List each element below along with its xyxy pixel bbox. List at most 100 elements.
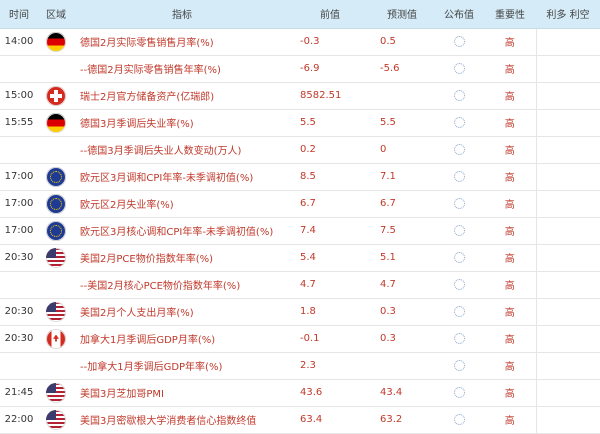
event-previous: 8.5 [290,163,370,191]
event-impact [535,271,600,299]
event-impact [535,136,600,164]
event-area [38,379,74,407]
event-forecast: 7.1 [370,163,434,191]
event-previous: -0.3 [290,28,370,56]
table-row[interactable]: 17:00 欧元区3月调和CPI年率-未季调初值(%) 8.5 7.1 高 [0,163,600,191]
loading-spinner-icon [453,359,465,371]
event-previous: 8582.51 [290,82,370,110]
event-indicator[interactable]: --加拿大1月季调后GDP年率(%) [74,352,290,380]
economic-calendar-table: 时间 区域 指标 前值 预测值 公布值 重要性 利多 利空 14:00 德国2月实… [0,0,600,434]
event-forecast [370,82,434,110]
event-published [434,190,484,218]
event-indicator[interactable]: 德国3月季调后失业率(%) [74,109,290,137]
table-row[interactable]: --加拿大1月季调后GDP年率(%) 2.3 高 [0,352,600,380]
event-importance: 高 [484,109,536,137]
event-impact [535,406,600,434]
event-indicator[interactable]: --德国2月实际零售销售年率(%) [74,55,290,83]
event-area [38,406,74,434]
table-row[interactable]: --德国3月季调后失业人数变动(万人) 0.2 0 高 [0,136,600,164]
event-indicator[interactable]: 美国3月密歇根大学消费者信心指数终值 [74,406,290,434]
event-time [0,136,38,164]
event-importance: 高 [484,82,536,110]
event-importance: 高 [484,325,536,353]
event-time: 15:00 [0,82,38,110]
event-forecast: 63.2 [370,406,434,434]
event-indicator[interactable]: 瑞士2月官方储备资产(亿瑞郎) [74,82,290,110]
event-time: 17:00 [0,217,38,245]
event-area [38,325,74,353]
table-row[interactable]: 22:00 美国3月密歇根大学消费者信心指数终值 63.4 63.2 高 [0,406,600,434]
event-time: 20:30 [0,325,38,353]
event-area [38,163,74,191]
event-forecast: 0.3 [370,325,434,353]
event-importance: 高 [484,271,536,299]
event-importance: 高 [484,244,536,272]
event-previous: -0.1 [290,325,370,353]
table-row[interactable]: 20:30 美国2月个人支出月率(%) 1.8 0.3 高 [0,298,600,326]
table-row[interactable]: 17:00 欧元区3月核心调和CPI年率-未季调初值(%) 7.4 7.5 高 [0,217,600,245]
table-row[interactable]: 20:30 美国2月PCE物价指数年率(%) 5.4 5.1 高 [0,244,600,272]
event-forecast: 5.5 [370,109,434,137]
event-impact [535,163,600,191]
event-forecast: 6.7 [370,190,434,218]
event-time: 14:00 [0,28,38,56]
event-indicator[interactable]: 欧元区3月调和CPI年率-未季调初值(%) [74,163,290,191]
table-row[interactable]: 17:00 欧元区2月失业率(%) 6.7 6.7 高 [0,190,600,218]
header-area: 区域 [38,0,74,29]
event-indicator[interactable]: 欧元区3月核心调和CPI年率-未季调初值(%) [74,217,290,245]
event-indicator[interactable]: 加拿大1月季调后GDP月率(%) [74,325,290,353]
event-importance: 高 [484,217,536,245]
event-published [434,406,484,434]
event-previous: 5.5 [290,109,370,137]
event-time [0,55,38,83]
eurozone-flag-icon [46,166,66,187]
table-row[interactable]: --美国2月核心PCE物价指数年率(%) 4.7 4.7 高 [0,271,600,299]
event-indicator[interactable]: 美国3月芝加哥PMI [74,379,290,407]
event-previous: 0.2 [290,136,370,164]
usa-flag-icon [46,409,66,430]
loading-spinner-icon [453,413,465,425]
header-impact: 利多 利空 [536,0,600,29]
table-row[interactable]: 15:00 瑞士2月官方储备资产(亿瑞郎) 8582.51 高 [0,82,600,110]
event-published [434,244,484,272]
event-published [434,379,484,407]
event-time: 17:00 [0,163,38,191]
event-area [38,55,74,83]
event-published [434,28,484,56]
event-impact [535,379,600,407]
event-indicator[interactable]: 美国2月PCE物价指数年率(%) [74,244,290,272]
table-row[interactable]: 15:55 德国3月季调后失业率(%) 5.5 5.5 高 [0,109,600,137]
event-indicator[interactable]: 德国2月实际零售销售月率(%) [74,28,290,56]
event-previous: 4.7 [290,271,370,299]
event-indicator[interactable]: 美国2月个人支出月率(%) [74,298,290,326]
event-published [434,109,484,137]
table-row[interactable]: 20:30 加拿大1月季调后GDP月率(%) -0.1 0.3 高 [0,325,600,353]
usa-flag-icon [46,247,66,268]
header-indicator: 指标 [74,0,290,29]
event-importance: 高 [484,136,536,164]
event-forecast [370,352,434,380]
event-forecast: 0 [370,136,434,164]
germany-flag-icon [46,31,66,52]
event-area [38,136,74,164]
event-previous: -6.9 [290,55,370,83]
event-published [434,217,484,245]
event-impact [535,217,600,245]
event-previous: 5.4 [290,244,370,272]
loading-spinner-icon [453,62,465,74]
usa-flag-icon [46,301,66,322]
event-indicator[interactable]: --美国2月核心PCE物价指数年率(%) [74,271,290,299]
table-row[interactable]: 14:00 德国2月实际零售销售月率(%) -0.3 0.5 高 [0,28,600,56]
loading-spinner-icon [453,197,465,209]
event-impact [535,298,600,326]
table-row[interactable]: 21:45 美国3月芝加哥PMI 43.6 43.4 高 [0,379,600,407]
event-indicator[interactable]: 欧元区2月失业率(%) [74,190,290,218]
event-published [434,325,484,353]
event-area [38,271,74,299]
event-indicator[interactable]: --德国3月季调后失业人数变动(万人) [74,136,290,164]
event-forecast: -5.6 [370,55,434,83]
table-row[interactable]: --德国2月实际零售销售年率(%) -6.9 -5.6 高 [0,55,600,83]
header-previous: 前值 [290,0,370,29]
event-published [434,136,484,164]
event-forecast: 43.4 [370,379,434,407]
